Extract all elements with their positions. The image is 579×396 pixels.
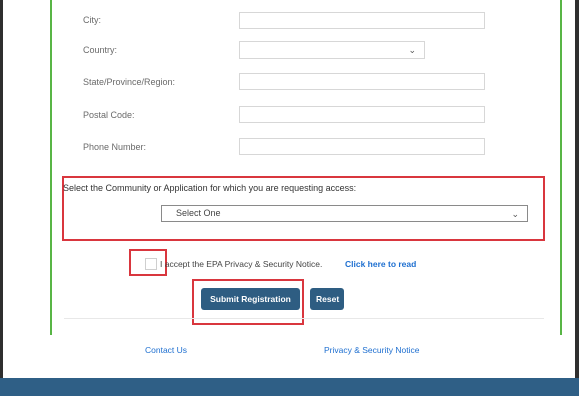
phone-number-input[interactable] (239, 138, 485, 155)
community-label: Select the Community or Application for … (63, 183, 357, 193)
postal-code-label: Postal Code: (83, 110, 135, 120)
phone-number-label: Phone Number: (83, 142, 147, 152)
accept-notice-checkbox[interactable] (145, 258, 157, 270)
privacy-security-notice-link[interactable]: Privacy & Security Notice (324, 344, 419, 356)
window-edge-right (575, 0, 579, 396)
privacy-notice-link[interactable]: Click here to read (345, 258, 416, 270)
registration-page: City: Country: ⌄ State/Province/Region: … (0, 0, 579, 396)
footer-band (0, 378, 579, 396)
country-select[interactable]: ⌄ (239, 41, 425, 59)
form-border-left (50, 0, 52, 335)
city-label: City: (83, 15, 101, 25)
state-province-region-input[interactable] (239, 73, 485, 90)
footer-divider (64, 318, 544, 319)
postal-code-input[interactable] (239, 106, 485, 123)
window-edge-left (0, 0, 3, 396)
city-input[interactable] (239, 12, 485, 29)
country-label: Country: (83, 45, 118, 55)
submit-registration-button[interactable]: Submit Registration (201, 288, 300, 310)
community-select[interactable]: Select One ⌄ (161, 205, 528, 222)
contact-us-link[interactable]: Contact Us (145, 344, 187, 356)
accept-notice-label: I accept the EPA Privacy & Security Noti… (160, 259, 323, 269)
community-select-value: Select One (176, 208, 221, 218)
chevron-down-icon: ⌄ (408, 45, 416, 55)
reset-button[interactable]: Reset (310, 288, 344, 310)
state-province-region-label: State/Province/Region: (83, 77, 176, 87)
form-border-right (560, 0, 562, 335)
chevron-down-icon: ⌄ (511, 209, 519, 219)
